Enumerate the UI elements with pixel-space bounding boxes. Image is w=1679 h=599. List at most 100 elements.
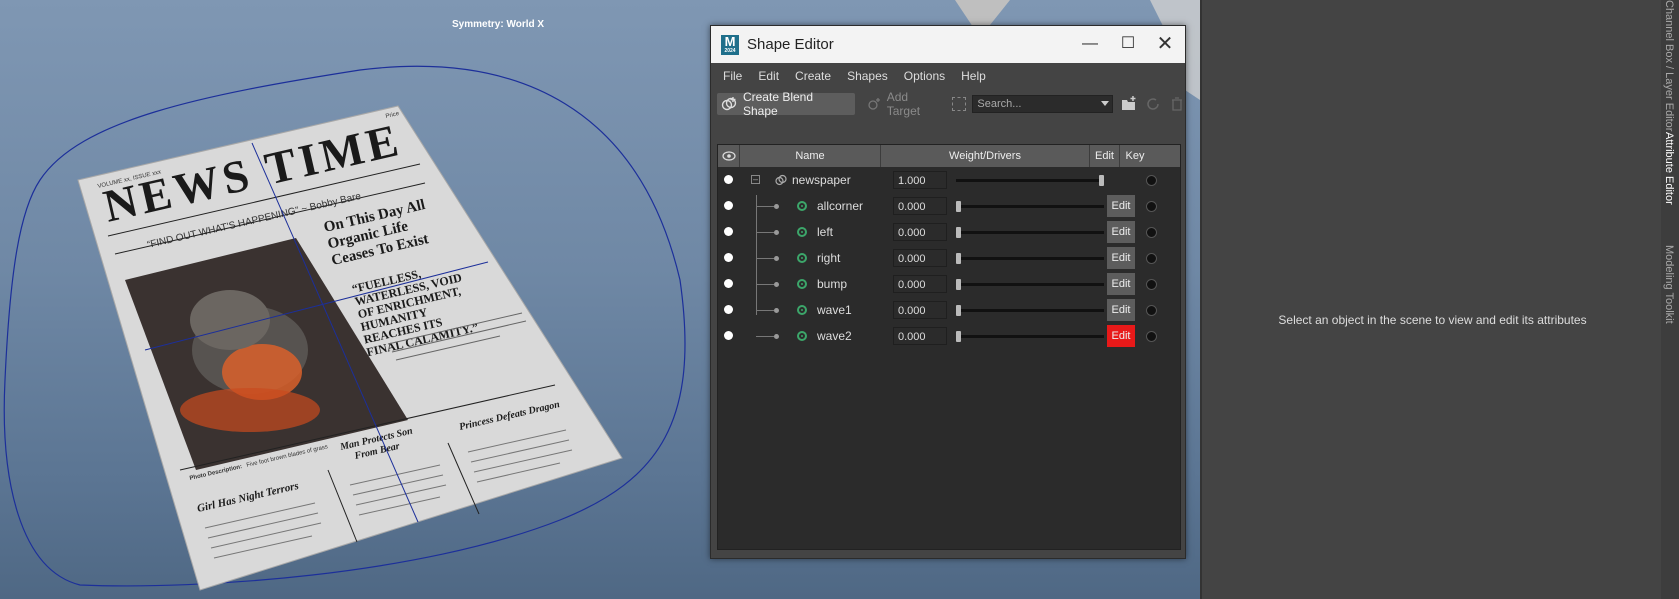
menu-options[interactable]: Options: [896, 69, 953, 83]
slider-handle[interactable]: [956, 305, 961, 316]
target-name: allcorner: [817, 199, 864, 213]
target-weight-field[interactable]: 0.000: [893, 197, 947, 215]
edit-target-button[interactable]: Edit: [1107, 247, 1135, 269]
tab-attribute-editor[interactable]: Attribute Editor: [1663, 132, 1675, 205]
target-weight-field[interactable]: 0.000: [893, 301, 947, 319]
app-icon-letter: M: [724, 34, 736, 49]
target-weight-field[interactable]: 0.000: [893, 327, 947, 345]
menu-edit[interactable]: Edit: [750, 69, 787, 83]
group-weight-field[interactable]: 1.000: [893, 171, 947, 189]
visibility-toggle[interactable]: [724, 227, 733, 236]
target-name: right: [817, 251, 841, 265]
weight-column-header[interactable]: Weight/Drivers: [881, 145, 1090, 167]
tree-node-dot: [774, 334, 779, 339]
edit-target-button[interactable]: Edit: [1107, 273, 1135, 295]
search-placeholder: Search...: [977, 98, 1022, 110]
edit-column-header[interactable]: Edit: [1090, 145, 1120, 167]
tree-branch: [756, 310, 774, 311]
refresh-icon[interactable]: [1145, 96, 1161, 112]
menu-create[interactable]: Create: [787, 69, 839, 83]
key-button[interactable]: [1146, 201, 1157, 212]
target-name: wave2: [817, 329, 852, 343]
tree-branch: [756, 284, 774, 285]
slider-handle[interactable]: [956, 227, 961, 238]
close-button[interactable]: ✕: [1151, 31, 1179, 57]
slider-handle[interactable]: [956, 279, 961, 290]
visibility-toggle[interactable]: [724, 305, 733, 314]
key-button[interactable]: [1146, 279, 1157, 290]
target-shape-icon: [797, 279, 807, 289]
target-name: left: [817, 225, 834, 239]
target-shape-icon: [797, 227, 807, 237]
target-weight-field[interactable]: 0.000: [893, 223, 947, 241]
target-name: bump: [817, 277, 848, 291]
add-target-label: Add Target: [886, 90, 921, 118]
name-column-header[interactable]: Name: [740, 145, 881, 167]
tab-modeling-toolkit[interactable]: Modeling Toolkit: [1663, 245, 1675, 324]
key-button[interactable]: [1146, 227, 1157, 238]
target-weight-slider[interactable]: [956, 279, 1104, 290]
edit-target-button[interactable]: Edit: [1107, 195, 1135, 217]
visibility-header[interactable]: [718, 145, 740, 167]
target-row[interactable]: wave1 0.000 Edit: [718, 297, 1180, 323]
menu-bar: File Edit Create Shapes Options Help: [711, 63, 1185, 89]
key-button[interactable]: [1146, 305, 1157, 316]
target-weight-slider[interactable]: [956, 331, 1104, 342]
target-row[interactable]: allcorner 0.000 Edit: [718, 193, 1180, 219]
delete-icon[interactable]: [1169, 96, 1185, 112]
slider-handle[interactable]: [956, 331, 961, 342]
collapse-icon[interactable]: –: [751, 175, 760, 184]
slider-handle[interactable]: [956, 253, 961, 264]
target-weight-slider[interactable]: [956, 227, 1104, 238]
shape-editor-window[interactable]: M 2024 Shape Editor — ☐ ✕ File Edit Crea…: [710, 25, 1186, 559]
group-weight-slider[interactable]: [956, 175, 1104, 186]
search-dropdown-caret-icon[interactable]: [1101, 101, 1110, 106]
maximize-button[interactable]: ☐: [1114, 31, 1142, 57]
window-title: Shape Editor: [747, 36, 834, 53]
target-row[interactable]: right 0.000 Edit: [718, 245, 1180, 271]
target-row[interactable]: bump 0.000 Edit: [718, 271, 1180, 297]
menu-file[interactable]: File: [715, 69, 750, 83]
visibility-toggle[interactable]: [724, 201, 733, 210]
key-column-header[interactable]: Key: [1120, 145, 1150, 167]
add-target-button[interactable]: Add Target: [867, 90, 945, 118]
edit-target-button[interactable]: Edit: [1107, 325, 1135, 347]
menu-shapes[interactable]: Shapes: [839, 69, 896, 83]
tree-node-dot: [774, 230, 779, 235]
menu-help[interactable]: Help: [953, 69, 994, 83]
blend-shape-group-row[interactable]: – newspaper 1.000: [718, 167, 1180, 193]
attribute-editor-message: Select an object in the scene to view an…: [1278, 313, 1587, 327]
key-button[interactable]: [1146, 253, 1157, 264]
target-weight-field[interactable]: 0.000: [893, 275, 947, 293]
minimize-button[interactable]: —: [1076, 31, 1104, 57]
target-row[interactable]: wave2 0.000 Edit: [718, 323, 1180, 349]
new-folder-icon[interactable]: [1121, 96, 1137, 112]
tree-branch: [756, 232, 774, 233]
edit-target-button[interactable]: Edit: [1107, 299, 1135, 321]
visibility-toggle[interactable]: [724, 331, 733, 340]
slider-handle[interactable]: [1099, 175, 1104, 186]
target-name: wave1: [817, 303, 852, 317]
target-row[interactable]: left 0.000 Edit: [718, 219, 1180, 245]
target-weight-slider[interactable]: [956, 201, 1104, 212]
key-button[interactable]: [1146, 175, 1157, 186]
edit-target-button[interactable]: Edit: [1107, 221, 1135, 243]
group-name: newspaper: [792, 173, 851, 187]
target-weight-slider[interactable]: [956, 305, 1104, 316]
maya-app-icon: M 2024: [721, 35, 739, 55]
frame-selection-icon[interactable]: [952, 97, 967, 111]
visibility-toggle[interactable]: [724, 175, 733, 184]
tree-node-dot: [774, 308, 779, 313]
key-button[interactable]: [1146, 331, 1157, 342]
create-blend-shape-button[interactable]: Create Blend Shape: [717, 90, 855, 118]
tab-channel-box[interactable]: Channel Box / Layer Editor: [1663, 0, 1675, 131]
search-input[interactable]: Search...: [972, 95, 1114, 113]
visibility-toggle[interactable]: [724, 279, 733, 288]
target-weight-field[interactable]: 0.000: [893, 249, 947, 267]
visibility-toggle[interactable]: [724, 253, 733, 262]
title-bar[interactable]: M 2024 Shape Editor — ☐ ✕: [711, 26, 1185, 63]
tree-node-dot: [774, 204, 779, 209]
target-weight-slider[interactable]: [956, 253, 1104, 264]
slider-handle[interactable]: [956, 201, 961, 212]
blend-shape-icon: [721, 97, 737, 111]
